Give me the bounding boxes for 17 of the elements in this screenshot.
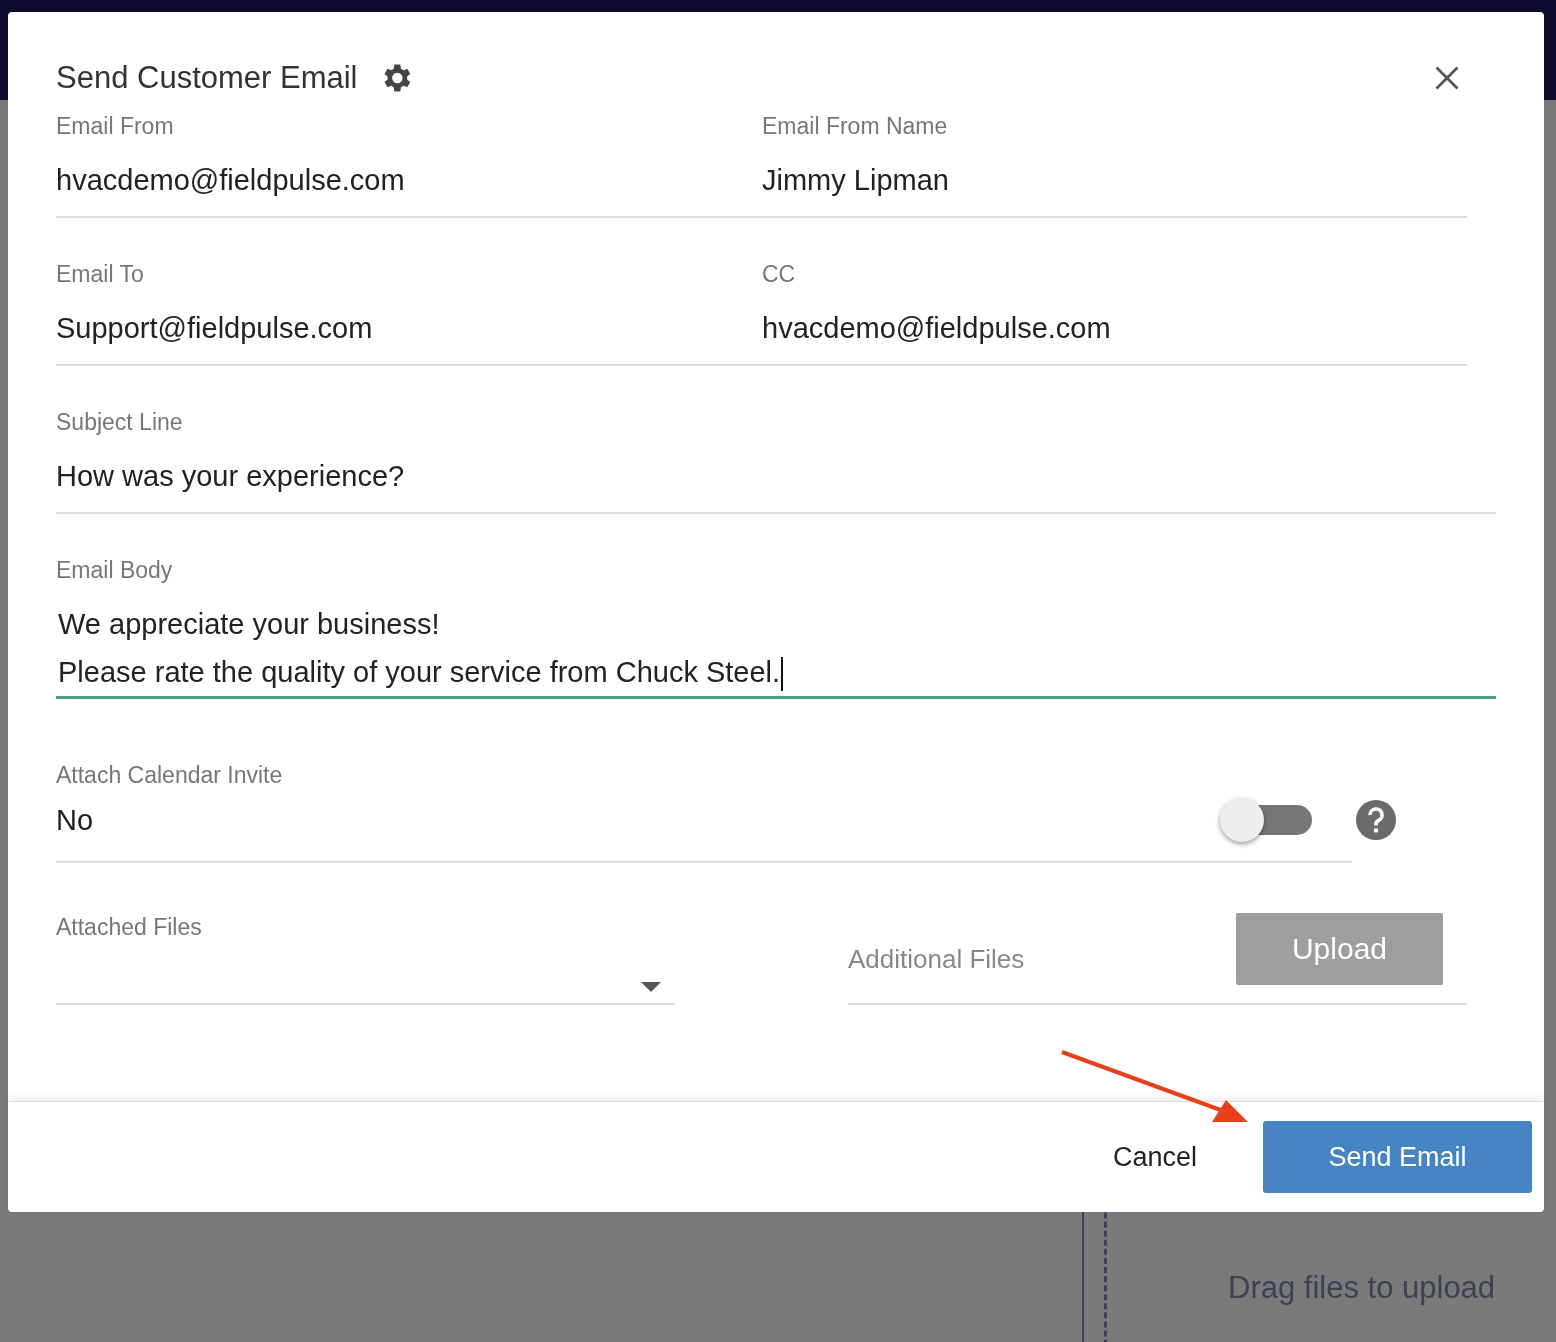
attached-files-dropdown[interactable]: Attached Files xyxy=(56,901,675,1005)
send-button[interactable]: Send Email xyxy=(1263,1121,1532,1193)
text-field[interactable]: CC hvacdemo@fieldpulse.com xyxy=(762,248,1467,366)
toggle-switch[interactable] xyxy=(1220,797,1312,843)
cancel-button[interactable]: Cancel xyxy=(1108,1133,1201,1181)
dropzone-text: Drag files to upload xyxy=(1228,1270,1496,1306)
help-icon[interactable] xyxy=(1356,800,1396,840)
text-field[interactable]: Email To Support@fieldpulse.com xyxy=(56,248,762,366)
subject-field[interactable]: Subject Line How was your experience? xyxy=(56,396,1496,514)
field-label: Attach Calendar Invite xyxy=(56,761,284,789)
body-field[interactable]: Email Body We appreciate your business! Please rate the quality of your service from Chuck Steel. xyxy=(56,544,1496,699)
caret-icon xyxy=(641,982,661,992)
text-field[interactable]: Email From hvacdemo@fieldpulse.com xyxy=(56,100,762,218)
text-field[interactable]: Email From Name Jimmy Lipman xyxy=(762,100,1467,218)
dialog-title: Send Customer Email xyxy=(56,60,358,96)
field-value: No xyxy=(56,803,94,838)
close-icon[interactable] xyxy=(1433,64,1461,92)
